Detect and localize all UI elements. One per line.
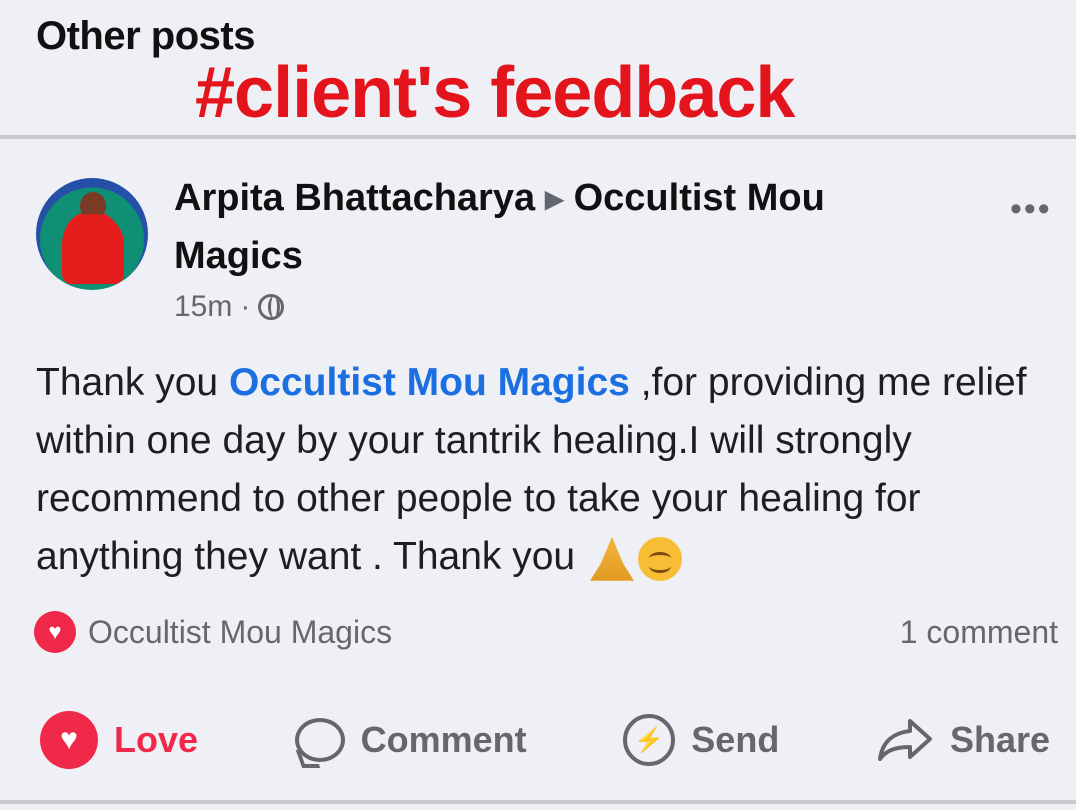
post-actions: ♥ Love Comment ⚡ Send Share xyxy=(40,708,1050,772)
author-name[interactable]: Arpita Bhattacharya xyxy=(174,177,535,219)
mention-link[interactable]: Occultist Mou Magics xyxy=(229,361,630,404)
comment-label: Comment xyxy=(360,719,527,760)
love-button[interactable]: ♥ Love xyxy=(40,711,198,769)
avatar-figure-body xyxy=(62,214,124,284)
share-label: Share xyxy=(949,719,1050,760)
more-options-icon[interactable]: ••• xyxy=(1010,190,1052,229)
share-icon xyxy=(876,717,934,763)
comment-button[interactable]: Comment xyxy=(294,718,527,762)
author-avatar[interactable] xyxy=(36,178,148,290)
love-label: Love xyxy=(114,719,199,760)
send-label: Send xyxy=(691,719,780,760)
meta-separator: · xyxy=(240,290,251,323)
globe-icon xyxy=(258,294,285,320)
heart-icon: ♥ xyxy=(40,711,98,769)
reaction-summary: ♥ Occultist Mou Magics 1 comment xyxy=(34,610,1058,654)
messenger-icon: ⚡ xyxy=(623,714,676,766)
arrow-icon: ▶ xyxy=(545,185,564,213)
post-meta: 15m · xyxy=(174,290,285,324)
post-body: Thank you Occultist Mou Magics ,for prov… xyxy=(36,354,1056,586)
heart-icon: ♥ xyxy=(34,611,76,653)
folded-hands-emoji-icon xyxy=(589,536,634,581)
smiling-face-emoji-icon xyxy=(637,536,682,581)
send-button[interactable]: ⚡ Send xyxy=(623,714,779,766)
post-header: Arpita Bhattacharya ▶ Occultist Mou Magics xyxy=(174,170,954,284)
comment-count[interactable]: 1 comment xyxy=(900,614,1058,651)
reaction-left[interactable]: ♥ Occultist Mou Magics xyxy=(34,611,392,653)
client-feedback-overlay: #client's feedback xyxy=(195,53,795,133)
top-divider xyxy=(0,135,1076,139)
post-time[interactable]: 15m xyxy=(174,290,232,324)
bottom-divider xyxy=(0,800,1076,804)
comment-icon xyxy=(294,718,345,762)
reactor-name: Occultist Mou Magics xyxy=(88,613,393,650)
post-text-start: Thank you xyxy=(36,361,229,404)
share-button[interactable]: Share xyxy=(876,717,1050,763)
